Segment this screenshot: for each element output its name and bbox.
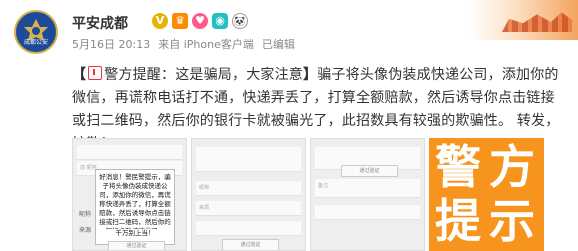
thumb2-field-1: 昵称 xyxy=(199,185,210,191)
image-thumb-1[interactable]: 前 昵称 昵称 来源 好消息！警民警提示，骗子将头像伪装成快递公司，添加你的微信… xyxy=(72,138,187,251)
header-banner-decoration xyxy=(468,0,578,40)
image-thumb-3[interactable]: 备注 通过验证 xyxy=(310,138,425,251)
thumb3-field-1: 备注 xyxy=(318,183,329,189)
member-badge-icon[interactable]: ♛ xyxy=(172,13,188,29)
camera-badge-icon[interactable]: ◉ xyxy=(212,13,228,29)
heart-badge-icon[interactable]: ♥ xyxy=(192,13,208,29)
thumb2-field-2: 来源 xyxy=(199,205,210,211)
warning-char-3: 提 xyxy=(435,194,481,248)
edited-label[interactable]: 已编辑 xyxy=(262,36,295,52)
thumb1-footer-text: 千万别上当！ xyxy=(115,229,155,237)
thumb1-field-3: 来源 xyxy=(79,227,92,234)
avatar-caption: 成都公安 xyxy=(23,39,48,46)
thumb2-verify-button: 通过验证 xyxy=(222,239,279,250)
warning-card[interactable]: 警 方 提 示 xyxy=(429,138,544,251)
thumb2-row-2: 来源 xyxy=(196,201,301,216)
close-bracket: 】 xyxy=(303,67,318,83)
verified-v-icon[interactable]: V xyxy=(152,13,168,29)
thumb2-row-1: 昵称 xyxy=(196,181,301,196)
image-thumb-2[interactable]: 昵称 来源 通过验证 xyxy=(191,138,306,251)
post-title: 警方提醒：这是骗局，大家注意 xyxy=(104,67,304,83)
thumb1-message-bubble: 好消息！警民警提示，骗子将头像伪装成快递公司，添加你的微信，再谎称快递弄丢了，打… xyxy=(95,169,175,245)
alert-icon xyxy=(88,66,103,80)
post-date[interactable]: 5月16日 20:13 xyxy=(72,36,150,52)
great-wall-illustration xyxy=(502,12,572,32)
thumb1-search-row xyxy=(77,145,182,160)
image-grid: 前 昵称 昵称 来源 好消息！警民警提示，骗子将头像伪装成快递公司，添加你的微信… xyxy=(72,138,544,251)
police-badge-icon xyxy=(24,19,48,41)
avatar[interactable]: 成都公安 xyxy=(14,10,58,54)
source-prefix: 来自 xyxy=(158,38,181,51)
panda-badge-icon[interactable]: 🐼 xyxy=(232,13,248,29)
warning-char-2: 方 xyxy=(489,140,535,194)
post-source: 来自 iPhone客户端 xyxy=(158,36,254,52)
thumb3-row-1: 备注 xyxy=(315,179,420,198)
thumb1-field-2: 昵称 xyxy=(79,211,92,218)
open-bracket: 【 xyxy=(72,67,87,83)
account-name[interactable]: 平安成都 xyxy=(72,13,128,33)
warning-char-4: 示 xyxy=(489,194,535,248)
warning-char-1: 警 xyxy=(435,140,481,194)
thumb1-bubble-text: 好消息！警民警提示，骗子将头像伪装成快递公司，添加你的微信，再谎称快递弄丢了，打… xyxy=(99,173,171,229)
source-client[interactable]: iPhone客户端 xyxy=(184,38,254,51)
thumb3-verify-button: 通过验证 xyxy=(341,165,398,177)
thumb2-row-3 xyxy=(196,221,301,236)
thumb1-verify-button: 通过验证 xyxy=(108,241,165,250)
thumb2-profile-row xyxy=(196,147,301,172)
badge-row: V ♛ ♥ ◉ 🐼 xyxy=(152,13,248,29)
thumb3-row-2 xyxy=(315,205,420,220)
post-meta: 5月16日 20:13 来自 iPhone客户端 已编辑 xyxy=(72,36,295,52)
